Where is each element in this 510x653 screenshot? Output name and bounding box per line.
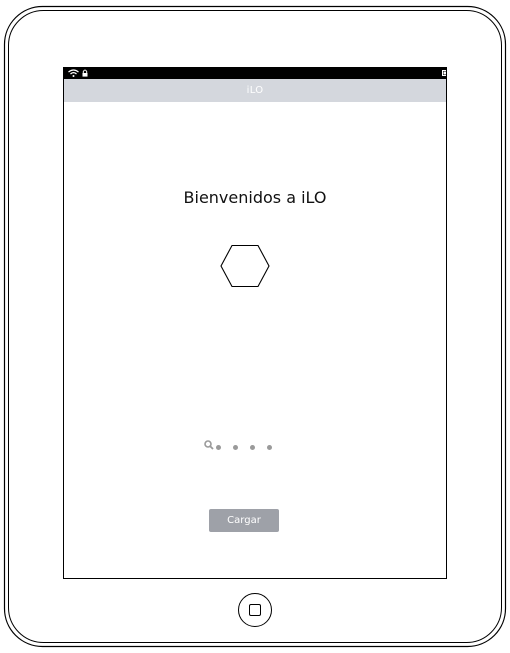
page-indicator[interactable]	[204, 440, 272, 454]
page-dot[interactable]	[233, 444, 238, 450]
home-button-icon	[249, 604, 261, 616]
navigation-bar: iLO	[64, 79, 446, 102]
page-dot[interactable]	[216, 444, 221, 450]
load-button[interactable]: Cargar	[209, 509, 279, 532]
page-dot[interactable]	[267, 444, 272, 450]
tablet-device: iLO Bienvenidos a iLO Cargar	[0, 0, 510, 653]
home-button[interactable]	[238, 593, 272, 627]
status-bar	[64, 68, 446, 79]
device-screen: iLO Bienvenidos a iLO Cargar	[63, 67, 447, 579]
page-dot[interactable]	[250, 444, 255, 450]
welcome-heading: Bienvenidos a iLO	[183, 188, 327, 207]
navbar-title: iLO	[246, 85, 264, 96]
